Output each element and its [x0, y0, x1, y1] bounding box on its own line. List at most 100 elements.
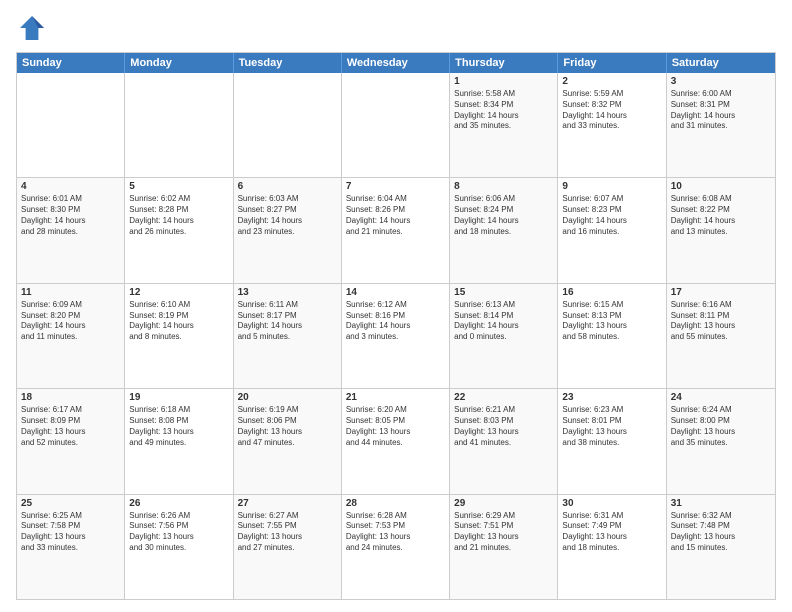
day-number: 7: [346, 181, 445, 192]
cal-cell-day-20: 20Sunrise: 6:19 AM Sunset: 8:06 PM Dayli…: [234, 389, 342, 493]
header-day-sunday: Sunday: [17, 53, 125, 73]
day-number: 22: [454, 392, 553, 403]
cell-info: Sunrise: 6:13 AM Sunset: 8:14 PM Dayligh…: [454, 300, 553, 343]
day-number: 2: [562, 76, 661, 87]
header-day-friday: Friday: [558, 53, 666, 73]
day-number: 20: [238, 392, 337, 403]
cal-cell-day-24: 24Sunrise: 6:24 AM Sunset: 8:00 PM Dayli…: [667, 389, 775, 493]
logo: [16, 12, 52, 44]
day-number: 12: [129, 287, 228, 298]
cal-cell-day-5: 5 Sunrise: 6:02 AM Sunset: 8:28 PM Daylig…: [125, 178, 233, 282]
cell-info: Sunrise: 6:26 AM Sunset: 7:56 PM Dayligh…: [129, 511, 228, 554]
cal-cell-day-25: 25 Sunrise: 6:25 AM Sunset: 7:58 PM Dayli…: [17, 495, 125, 599]
cell-info: Sunrise: 6:08 AM Sunset: 8:22 PM Dayligh…: [671, 194, 771, 237]
day-number: 17: [671, 287, 771, 298]
cal-cell-day-13: 13Sunrise: 6:11 AM Sunset: 8:17 PM Dayli…: [234, 284, 342, 388]
cell-info: Sunrise: 6:12 AM Sunset: 8:16 PM Dayligh…: [346, 300, 445, 343]
cal-cell-empty: [342, 73, 450, 177]
header: [16, 12, 776, 44]
day-number: 30: [562, 498, 661, 509]
day-number: 1: [454, 76, 553, 87]
cal-cell-day-6: 6Sunrise: 6:03 AM Sunset: 8:27 PM Daylig…: [234, 178, 342, 282]
header-day-wednesday: Wednesday: [342, 53, 450, 73]
cal-cell-day-7: 7 Sunrise: 6:04 AM Sunset: 8:26 PM Daylig…: [342, 178, 450, 282]
cell-info: Sunrise: 6:04 AM Sunset: 8:26 PM Dayligh…: [346, 194, 445, 237]
cal-cell-day-12: 12 Sunrise: 6:10 AM Sunset: 8:19 PM Dayli…: [125, 284, 233, 388]
cal-cell-day-27: 27 Sunrise: 6:27 AM Sunset: 7:55 PM Dayli…: [234, 495, 342, 599]
header-day-saturday: Saturday: [667, 53, 775, 73]
day-number: 13: [238, 287, 337, 298]
calendar-row-2: 11Sunrise: 6:09 AM Sunset: 8:20 PM Dayli…: [17, 284, 775, 389]
cell-info: Sunrise: 6:28 AM Sunset: 7:53 PM Dayligh…: [346, 511, 445, 554]
day-number: 8: [454, 181, 553, 192]
cal-cell-day-26: 26 Sunrise: 6:26 AM Sunset: 7:56 PM Dayli…: [125, 495, 233, 599]
calendar-row-1: 4 Sunrise: 6:01 AM Sunset: 8:30 PM Daylig…: [17, 178, 775, 283]
calendar-row-0: 1 Sunrise: 5:58 AM Sunset: 8:34 PM Daylig…: [17, 73, 775, 178]
day-number: 21: [346, 392, 445, 403]
cal-cell-empty: [17, 73, 125, 177]
cell-info: Sunrise: 6:29 AM Sunset: 7:51 PM Dayligh…: [454, 511, 553, 554]
cell-info: Sunrise: 6:25 AM Sunset: 7:58 PM Dayligh…: [21, 511, 120, 554]
cal-cell-day-10: 10Sunrise: 6:08 AM Sunset: 8:22 PM Dayli…: [667, 178, 775, 282]
calendar-row-4: 25 Sunrise: 6:25 AM Sunset: 7:58 PM Dayli…: [17, 495, 775, 599]
cal-cell-day-9: 9 Sunrise: 6:07 AM Sunset: 8:23 PM Daylig…: [558, 178, 666, 282]
cal-cell-day-16: 16 Sunrise: 6:15 AM Sunset: 8:13 PM Dayli…: [558, 284, 666, 388]
day-number: 9: [562, 181, 661, 192]
cal-cell-day-31: 31 Sunrise: 6:32 AM Sunset: 7:48 PM Dayli…: [667, 495, 775, 599]
day-number: 14: [346, 287, 445, 298]
calendar: SundayMondayTuesdayWednesdayThursdayFrid…: [16, 52, 776, 600]
calendar-body: 1 Sunrise: 5:58 AM Sunset: 8:34 PM Daylig…: [17, 73, 775, 599]
cell-info: Sunrise: 5:58 AM Sunset: 8:34 PM Dayligh…: [454, 89, 553, 132]
day-number: 29: [454, 498, 553, 509]
cal-cell-empty: [125, 73, 233, 177]
cal-cell-day-29: 29 Sunrise: 6:29 AM Sunset: 7:51 PM Dayli…: [450, 495, 558, 599]
cal-cell-day-28: 28Sunrise: 6:28 AM Sunset: 7:53 PM Dayli…: [342, 495, 450, 599]
cal-cell-day-3: 3Sunrise: 6:00 AM Sunset: 8:31 PM Daylig…: [667, 73, 775, 177]
calendar-row-3: 18 Sunrise: 6:17 AM Sunset: 8:09 PM Dayli…: [17, 389, 775, 494]
cell-info: Sunrise: 6:09 AM Sunset: 8:20 PM Dayligh…: [21, 300, 120, 343]
day-number: 25: [21, 498, 120, 509]
cell-info: Sunrise: 6:27 AM Sunset: 7:55 PM Dayligh…: [238, 511, 337, 554]
cal-cell-day-17: 17 Sunrise: 6:16 AM Sunset: 8:11 PM Dayli…: [667, 284, 775, 388]
cal-cell-empty: [234, 73, 342, 177]
page: SundayMondayTuesdayWednesdayThursdayFrid…: [0, 0, 792, 612]
cell-info: Sunrise: 6:18 AM Sunset: 8:08 PM Dayligh…: [129, 405, 228, 448]
cal-cell-day-23: 23 Sunrise: 6:23 AM Sunset: 8:01 PM Dayli…: [558, 389, 666, 493]
calendar-header: SundayMondayTuesdayWednesdayThursdayFrid…: [17, 53, 775, 73]
cal-cell-day-2: 2 Sunrise: 5:59 AM Sunset: 8:32 PM Daylig…: [558, 73, 666, 177]
day-number: 5: [129, 181, 228, 192]
header-day-thursday: Thursday: [450, 53, 558, 73]
cell-info: Sunrise: 6:10 AM Sunset: 8:19 PM Dayligh…: [129, 300, 228, 343]
logo-icon: [16, 12, 48, 44]
cell-info: Sunrise: 6:16 AM Sunset: 8:11 PM Dayligh…: [671, 300, 771, 343]
header-day-tuesday: Tuesday: [234, 53, 342, 73]
day-number: 23: [562, 392, 661, 403]
cell-info: Sunrise: 6:07 AM Sunset: 8:23 PM Dayligh…: [562, 194, 661, 237]
cal-cell-day-14: 14 Sunrise: 6:12 AM Sunset: 8:16 PM Dayli…: [342, 284, 450, 388]
cal-cell-day-22: 22Sunrise: 6:21 AM Sunset: 8:03 PM Dayli…: [450, 389, 558, 493]
cal-cell-day-1: 1 Sunrise: 5:58 AM Sunset: 8:34 PM Daylig…: [450, 73, 558, 177]
day-number: 27: [238, 498, 337, 509]
day-number: 16: [562, 287, 661, 298]
cell-info: Sunrise: 6:06 AM Sunset: 8:24 PM Dayligh…: [454, 194, 553, 237]
cell-info: Sunrise: 6:23 AM Sunset: 8:01 PM Dayligh…: [562, 405, 661, 448]
cell-info: Sunrise: 6:31 AM Sunset: 7:49 PM Dayligh…: [562, 511, 661, 554]
cell-info: Sunrise: 6:32 AM Sunset: 7:48 PM Dayligh…: [671, 511, 771, 554]
day-number: 26: [129, 498, 228, 509]
cell-info: Sunrise: 6:15 AM Sunset: 8:13 PM Dayligh…: [562, 300, 661, 343]
cal-cell-day-21: 21Sunrise: 6:20 AM Sunset: 8:05 PM Dayli…: [342, 389, 450, 493]
cal-cell-day-30: 30 Sunrise: 6:31 AM Sunset: 7:49 PM Dayli…: [558, 495, 666, 599]
day-number: 18: [21, 392, 120, 403]
cell-info: Sunrise: 6:02 AM Sunset: 8:28 PM Dayligh…: [129, 194, 228, 237]
day-number: 31: [671, 498, 771, 509]
day-number: 6: [238, 181, 337, 192]
cell-info: Sunrise: 6:01 AM Sunset: 8:30 PM Dayligh…: [21, 194, 120, 237]
day-number: 4: [21, 181, 120, 192]
cell-info: Sunrise: 5:59 AM Sunset: 8:32 PM Dayligh…: [562, 89, 661, 132]
cal-cell-day-4: 4 Sunrise: 6:01 AM Sunset: 8:30 PM Daylig…: [17, 178, 125, 282]
cell-info: Sunrise: 6:17 AM Sunset: 8:09 PM Dayligh…: [21, 405, 120, 448]
cal-cell-day-15: 15Sunrise: 6:13 AM Sunset: 8:14 PM Dayli…: [450, 284, 558, 388]
cal-cell-day-19: 19Sunrise: 6:18 AM Sunset: 8:08 PM Dayli…: [125, 389, 233, 493]
cell-info: Sunrise: 6:24 AM Sunset: 8:00 PM Dayligh…: [671, 405, 771, 448]
header-day-monday: Monday: [125, 53, 233, 73]
